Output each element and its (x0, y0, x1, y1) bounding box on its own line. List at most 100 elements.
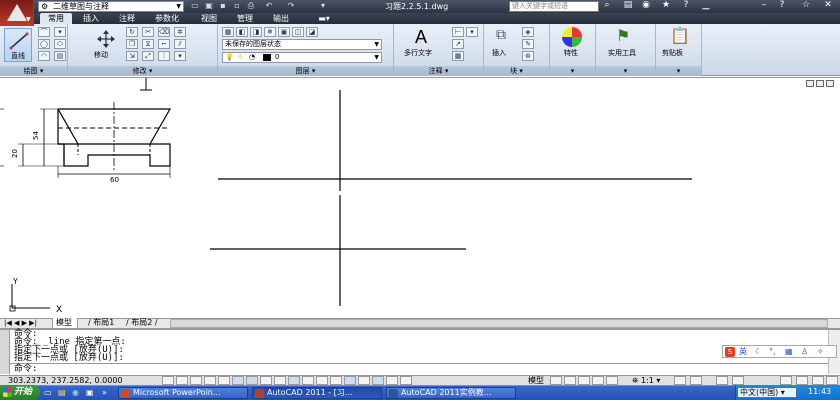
pan-icon[interactable] (578, 376, 590, 385)
table-icon[interactable]: ▦ (452, 51, 464, 61)
annotation-group-label[interactable]: 注释 ▾ (394, 66, 483, 76)
tab-parametric[interactable]: 参数化 (148, 13, 186, 24)
print-icon[interactable]: ⎙ (246, 1, 256, 11)
multiline-text-button[interactable]: A 多行文字 (400, 27, 444, 61)
tab-annotate[interactable]: 注释 (112, 13, 142, 24)
more-modify-icon[interactable]: ▾ (174, 51, 186, 61)
mirror-icon[interactable]: ⧖ (142, 39, 154, 49)
search-input[interactable]: 键入关键字或短语 (509, 1, 599, 12)
object-snap-icon[interactable] (218, 376, 230, 385)
layer-previous-icon[interactable]: ◪ (306, 27, 318, 37)
start-button[interactable]: 开始 (0, 385, 40, 400)
trim-icon[interactable]: ✂ (142, 27, 154, 37)
annotation-monitor-icon[interactable] (344, 376, 356, 385)
task-autocad-active[interactable]: AutoCAD 2011 - [习... (252, 387, 382, 399)
snap-mode-icon[interactable] (162, 376, 174, 385)
save-as-icon[interactable]: ▫ (232, 1, 242, 11)
favorites-icon[interactable]: ★ (660, 0, 672, 10)
isolate-objects-icon[interactable] (796, 376, 808, 385)
close-icon[interactable]: ✕ (822, 0, 834, 10)
properties-group[interactable]: 特性 ▾ (550, 24, 596, 76)
star-icon[interactable]: ☆ (800, 0, 812, 10)
quick-launch-more-icon[interactable]: » (102, 388, 112, 398)
transparency-icon[interactable] (302, 376, 314, 385)
layers-group-label[interactable]: 图层 ▾ (218, 66, 393, 76)
language-bar[interactable]: 中文(中国) ▾ (737, 387, 797, 398)
selection-cycling-icon[interactable] (330, 376, 342, 385)
lock-icon[interactable] (732, 376, 744, 385)
annotation-visibility-icon[interactable] (674, 376, 686, 385)
minimize-icon[interactable]: ▁ (700, 0, 712, 10)
scale-icon[interactable]: ⤢ (142, 51, 154, 61)
status-toggle-icon[interactable] (386, 376, 398, 385)
subscription-icon[interactable]: ▤ (622, 0, 634, 10)
browser-icon[interactable]: ◉ (72, 388, 82, 398)
edit-block-icon[interactable]: ✎ (522, 39, 534, 49)
workspace-switcher[interactable]: ⚙ 二维草图与注释 ▼ (38, 1, 184, 12)
ribbon-minimize-icon[interactable]: ▬▾ (312, 13, 336, 24)
edit-attribute-icon[interactable]: ⊛ (522, 51, 534, 61)
more-draw-icon[interactable]: ▾ (54, 27, 66, 37)
tab-manage[interactable]: 管理 (230, 13, 260, 24)
explorer-icon[interactable]: ▤ (58, 388, 68, 398)
tab-nav-arrows[interactable]: |◀ ◀ ▶ ▶| (4, 319, 37, 328)
task-autocad-book[interactable]: AutoCAD 2011实例教... (386, 387, 516, 399)
explode-icon[interactable]: ✲ (174, 27, 186, 37)
minimize-window-icon[interactable]: – (758, 0, 770, 10)
insert-block-button[interactable]: ⧉ 插入 (488, 27, 520, 61)
tab-layout1[interactable]: / 布局1 (82, 318, 122, 329)
media-icon[interactable]: ▣ (86, 388, 96, 398)
array-icon[interactable]: ⋮ (158, 51, 170, 61)
status-toggle-icon[interactable] (400, 376, 412, 385)
utilities-dropdown[interactable]: ▾ (596, 66, 655, 76)
arc-icon[interactable]: ◠ (38, 51, 50, 61)
copy-icon[interactable]: ❐ (126, 39, 138, 49)
open-folder-icon[interactable]: ▣ (204, 1, 214, 11)
modify-group-label[interactable]: 修改 ▾ (68, 66, 217, 76)
steering-wheel-icon[interactable] (606, 376, 618, 385)
tab-home[interactable]: 常用 (40, 13, 72, 24)
polyline-icon[interactable]: ⌒ (38, 27, 50, 37)
move-button[interactable]: 移动 (92, 28, 120, 62)
fillet-icon[interactable]: ⌐ (158, 39, 170, 49)
layer-off-icon[interactable]: ◨ (250, 27, 262, 37)
new-file-icon[interactable]: ▭ (190, 1, 200, 11)
workspace-switching-icon[interactable] (716, 376, 728, 385)
layer-dropdown[interactable]: 💡 ☼ ◔ 0 ▼ (222, 52, 382, 63)
layer-isolate-icon[interactable]: ◧ (236, 27, 248, 37)
tab-insert[interactable]: 插入 (76, 13, 106, 24)
communication-icon[interactable]: ◉ (640, 0, 652, 10)
quick-properties-icon[interactable] (316, 376, 328, 385)
help-circle-icon[interactable]: ? (776, 0, 788, 10)
3d-osnap-icon[interactable] (232, 376, 244, 385)
help-icon[interactable]: ? (680, 0, 692, 10)
undo-icon[interactable]: ↶ (264, 1, 274, 11)
command-window-handle[interactable] (0, 330, 10, 374)
ime-toolbar[interactable]: S 英 ☾ °, ▦ ♙ ✧ (722, 345, 837, 358)
layer-freeze-icon[interactable]: ❄ (264, 27, 276, 37)
tab-model[interactable]: 模型 (52, 318, 78, 329)
tab-layout2[interactable]: / 布局2 / (120, 318, 160, 329)
status-toggle-icon[interactable] (358, 376, 370, 385)
layer-match-icon[interactable]: ◫ (292, 27, 304, 37)
draw-group-label[interactable]: 绘图 ▾ (0, 66, 67, 76)
clipboard-dropdown[interactable]: ▾ (656, 66, 701, 76)
clean-screen-icon[interactable] (826, 376, 838, 385)
model-space-label[interactable]: 模型 (528, 376, 544, 385)
ortho-mode-icon[interactable] (190, 376, 202, 385)
tab-view[interactable]: 视图 (194, 13, 224, 24)
line-button[interactable]: 直线 (4, 28, 32, 62)
grid-display-icon[interactable] (176, 376, 188, 385)
command-prompt[interactable]: 命令: (14, 365, 37, 374)
erase-icon[interactable]: ⌫ (158, 27, 170, 37)
layer-lock-icon[interactable]: ▣ (278, 27, 290, 37)
viewport-restore-icon[interactable] (816, 80, 824, 87)
linear-dimension-icon[interactable]: ⊢ (452, 27, 464, 37)
dynamic-ucs-icon[interactable] (260, 376, 272, 385)
object-tracking-icon[interactable] (246, 376, 258, 385)
hatch-icon[interactable]: ▤ (54, 51, 66, 61)
drawing-canvas[interactable]: 54 20 60 Y X (0, 77, 840, 318)
clipboard-group[interactable]: 📋 剪贴板 ▾ (656, 24, 702, 76)
status-menu-icon[interactable] (812, 376, 824, 385)
redo-icon[interactable]: ↷ (286, 1, 296, 11)
